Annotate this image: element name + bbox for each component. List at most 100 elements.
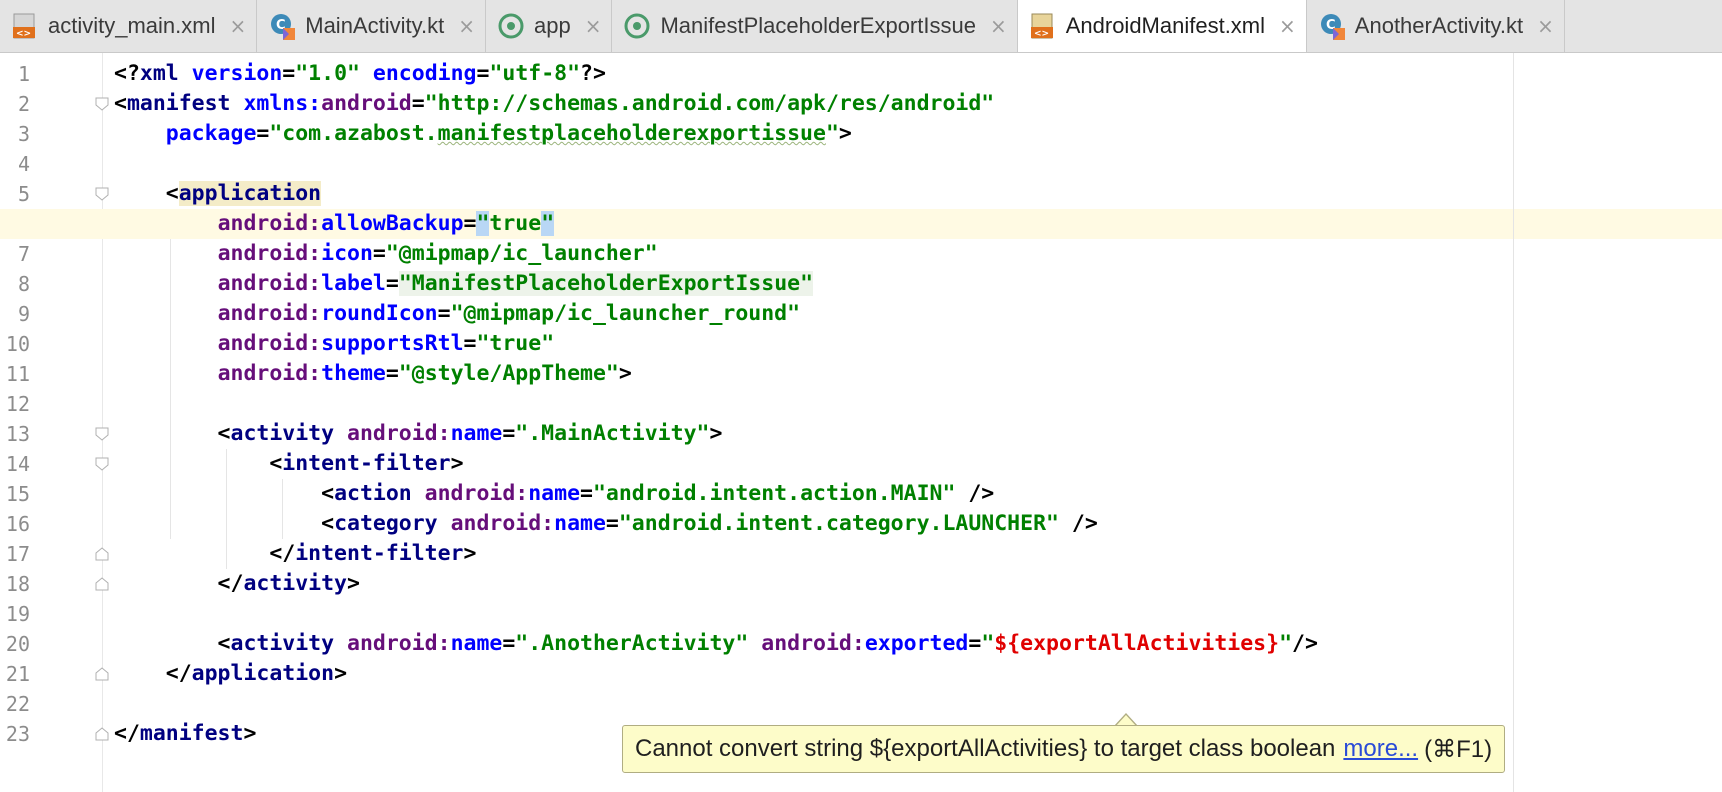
- editor-tab-bar: <> activity_main.xml × C MainActivity.kt…: [0, 0, 1722, 53]
- tab-anotheractivity-kt[interactable]: C AnotherActivity.kt ×: [1307, 0, 1565, 52]
- line-number[interactable]: 1: [0, 59, 30, 89]
- line-number[interactable]: 20: [0, 629, 30, 659]
- code-line[interactable]: </manifest>: [114, 719, 256, 749]
- code-token: android:: [217, 211, 322, 236]
- code-token: ": [825, 121, 839, 146]
- line-number[interactable]: 11: [0, 359, 30, 389]
- fold-close-icon[interactable]: [95, 547, 109, 561]
- indent-guide: [226, 449, 227, 569]
- code-token: manifest: [126, 91, 244, 116]
- line-number[interactable]: 17: [0, 539, 30, 569]
- fold-close-icon[interactable]: [95, 727, 109, 741]
- line-number[interactable]: 10: [0, 329, 30, 359]
- code-token: "android.intent.action.MAIN": [592, 481, 956, 506]
- line-number[interactable]: 9: [0, 299, 30, 329]
- line-number[interactable]: 12: [0, 389, 30, 419]
- fold-close-icon[interactable]: [95, 667, 109, 681]
- code-line[interactable]: <?xml version="1.0" encoding="utf-8"?>: [114, 59, 606, 89]
- line-number-gutter[interactable]: 1234567891011121314151617181920212223: [0, 53, 103, 792]
- code-token: =: [502, 421, 516, 446]
- code-token: encoding: [372, 61, 477, 86]
- code-line[interactable]: <manifest xmlns:android="http://schemas.…: [114, 89, 994, 119]
- tab-manifestplaceholderexportissue[interactable]: ManifestPlaceholderExportIssue ×: [612, 0, 1018, 52]
- code-line[interactable]: <intent-filter>: [114, 449, 463, 479]
- code-line[interactable]: android:theme="@style/AppTheme">: [114, 359, 632, 389]
- code-token: label: [321, 271, 386, 296]
- code-token: icon: [321, 241, 373, 266]
- code-line[interactable]: </intent-filter>: [114, 539, 476, 569]
- code-line[interactable]: android:allowBackup="true": [114, 209, 555, 239]
- close-icon[interactable]: ×: [585, 14, 602, 38]
- code-line[interactable]: </activity>: [114, 569, 360, 599]
- code-token: android:: [450, 511, 555, 536]
- tab-app[interactable]: app ×: [486, 0, 613, 52]
- code-token: android:: [761, 631, 865, 656]
- line-number[interactable]: 15: [0, 479, 30, 509]
- line-number[interactable]: 19: [0, 599, 30, 629]
- code-token: "@mipmap/ic_launcher_round": [450, 301, 801, 326]
- code-line[interactable]: <action android:name="android.intent.act…: [114, 479, 994, 509]
- line-number[interactable]: 4: [0, 149, 30, 179]
- code-line[interactable]: <activity android:name=".AnotherActivity…: [114, 629, 1318, 659]
- code-editor[interactable]: 1234567891011121314151617181920212223 <?…: [0, 53, 1722, 792]
- code-token: ": [1279, 631, 1293, 656]
- close-icon[interactable]: ×: [1537, 14, 1554, 38]
- tab-activity-main-xml[interactable]: <> activity_main.xml ×: [0, 0, 258, 52]
- line-number[interactable]: 14: [0, 449, 30, 479]
- line-number[interactable]: 18: [0, 569, 30, 599]
- line-number[interactable]: 16: [0, 509, 30, 539]
- line-number[interactable]: 21: [0, 659, 30, 689]
- code-line[interactable]: android:roundIcon="@mipmap/ic_launcher_r…: [114, 299, 801, 329]
- fold-open-icon[interactable]: [95, 97, 109, 111]
- code-line[interactable]: <activity android:name=".MainActivity">: [114, 419, 723, 449]
- line-number[interactable]: 22: [0, 689, 30, 719]
- code-token: <: [114, 631, 231, 656]
- code-line[interactable]: android:label="ManifestPlaceholderExport…: [114, 269, 814, 299]
- line-number[interactable]: 2: [0, 89, 30, 119]
- tab-mainactivity-kt[interactable]: C MainActivity.kt ×: [257, 0, 486, 52]
- close-icon[interactable]: ×: [1279, 14, 1296, 38]
- line-number[interactable]: 23: [0, 719, 30, 749]
- fold-close-icon[interactable]: [95, 577, 109, 591]
- line-number[interactable]: 7: [0, 239, 30, 269]
- code-token: =: [463, 211, 477, 236]
- code-token: ": [476, 211, 490, 236]
- code-line[interactable]: <application: [114, 179, 322, 209]
- line-number[interactable]: 13: [0, 419, 30, 449]
- code-token: "com.azabost.: [269, 121, 438, 146]
- code-token: intent-filter: [295, 541, 464, 566]
- line-number[interactable]: 5: [0, 179, 30, 209]
- tab-androidmanifest-xml[interactable]: <> AndroidManifest.xml ×: [1017, 0, 1307, 52]
- code-token: =: [605, 511, 619, 536]
- kotlin-class-icon: C: [271, 14, 296, 40]
- close-icon[interactable]: ×: [229, 14, 246, 38]
- code-token: </: [114, 571, 244, 596]
- close-icon[interactable]: ×: [458, 14, 475, 38]
- line-number[interactable]: 3: [0, 119, 30, 149]
- code-token: =: [502, 631, 516, 656]
- code-line[interactable]: <category android:name="android.intent.c…: [114, 509, 1098, 539]
- fold-open-icon[interactable]: [95, 457, 109, 471]
- fold-open-icon[interactable]: [95, 427, 109, 441]
- code-token: =: [282, 61, 296, 86]
- code-token: =: [463, 331, 477, 356]
- code-line[interactable]: android:icon="@mipmap/ic_launcher": [114, 239, 658, 269]
- line-number[interactable]: 8: [0, 269, 30, 299]
- code-token: xmlns:: [243, 91, 322, 116]
- code-token: </: [114, 661, 192, 686]
- code-line[interactable]: android:supportsRtl="true": [114, 329, 555, 359]
- code-token: "ManifestPlaceholderExportIssue": [398, 271, 814, 296]
- code-token: android:: [217, 271, 322, 296]
- code-line[interactable]: </application>: [114, 659, 347, 689]
- fold-open-icon[interactable]: [95, 187, 109, 201]
- code-token: name: [554, 511, 606, 536]
- code-line[interactable]: package="com.azabost.manifestplaceholder…: [114, 119, 852, 149]
- code-token: =: [437, 301, 451, 326]
- code-token: package: [165, 121, 257, 146]
- tooltip-more-link[interactable]: more...: [1343, 735, 1418, 763]
- close-icon[interactable]: ×: [990, 14, 1007, 38]
- code-token: />: [1292, 631, 1318, 656]
